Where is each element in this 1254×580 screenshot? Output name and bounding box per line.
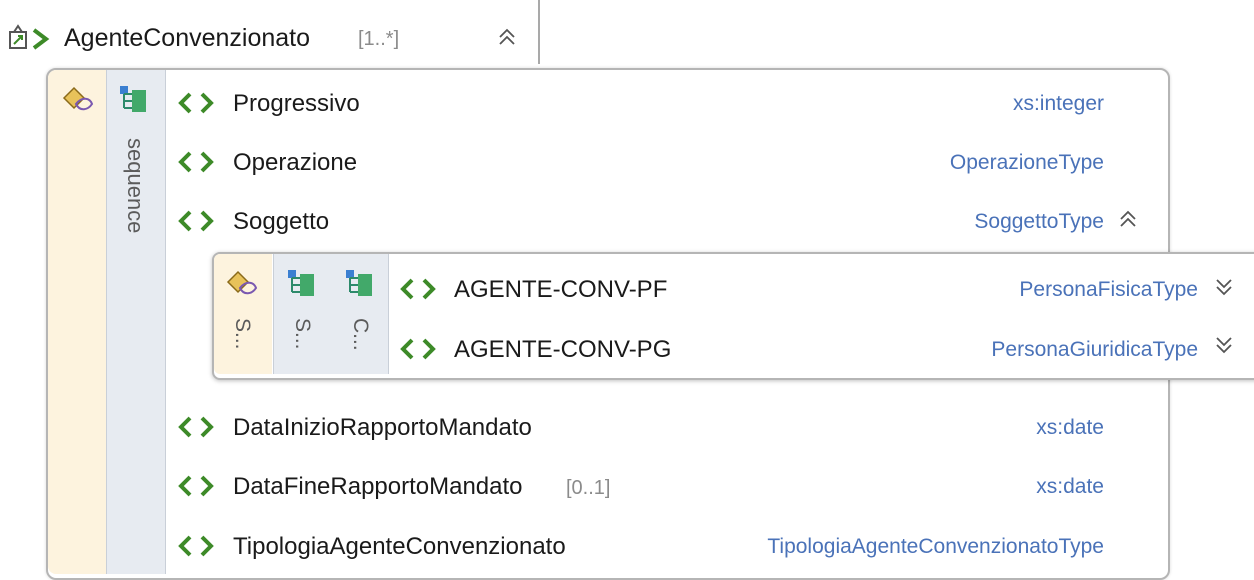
element-icon (178, 92, 214, 114)
type-progressivo[interactable]: xs:integer (1013, 92, 1104, 116)
element-icon (400, 338, 436, 360)
element-root-icon (9, 24, 50, 50)
expand-icon[interactable] (1214, 334, 1234, 356)
element-icon (178, 416, 214, 438)
type-agente-conv-pg[interactable]: PersonaGiuridicaType (991, 338, 1198, 362)
element-icon (178, 535, 214, 557)
collapse-icon[interactable] (1118, 208, 1138, 230)
type-tipologia[interactable]: TipologiaAgenteConvenzionatoType (767, 535, 1104, 559)
element-icon (400, 278, 436, 300)
attributes-icon[interactable] (226, 268, 260, 298)
element-data-inizio[interactable]: DataInizioRapportoMandato (233, 414, 532, 442)
type-soggetto[interactable]: SoggettoType (974, 210, 1104, 234)
root-element-name[interactable]: AgenteConvenzionato (64, 24, 310, 53)
type-data-fine[interactable]: xs:date (1036, 475, 1104, 499)
element-operazione[interactable]: Operazione (233, 149, 357, 177)
inner-sequence-label: S... (291, 318, 314, 350)
attributes-icon[interactable] (62, 84, 96, 114)
expand-icon[interactable] (1214, 276, 1234, 298)
type-data-inizio[interactable]: xs:date (1036, 416, 1104, 440)
choice-icon[interactable] (344, 268, 378, 298)
attributes-column (48, 70, 106, 574)
element-icon (178, 151, 214, 173)
element-data-fine[interactable]: DataFineRapportoMandato (233, 473, 523, 501)
inner-attributes-label: S... (231, 318, 254, 350)
element-agente-conv-pf[interactable]: AGENTE-CONV-PF (454, 276, 667, 304)
sequence-icon[interactable] (286, 268, 320, 298)
cardinality-data-fine: [0..1] (566, 477, 611, 499)
element-agente-conv-pg[interactable]: AGENTE-CONV-PG (454, 336, 671, 364)
root-element-cardinality: [1..*] (358, 28, 400, 50)
element-tipologia[interactable]: TipologiaAgenteConvenzionato (233, 533, 566, 561)
type-agente-conv-pf[interactable]: PersonaFisicaType (1019, 278, 1198, 302)
element-icon (178, 210, 214, 232)
element-progressivo[interactable]: Progressivo (233, 90, 360, 118)
element-icon (178, 475, 214, 497)
sequence-icon[interactable] (118, 84, 152, 114)
choice-label: C... (349, 318, 372, 351)
sequence-label: sequence (123, 138, 148, 234)
collapse-icon[interactable] (497, 26, 517, 48)
type-operazione[interactable]: OperazioneType (950, 151, 1104, 175)
element-soggetto[interactable]: Soggetto (233, 208, 329, 236)
